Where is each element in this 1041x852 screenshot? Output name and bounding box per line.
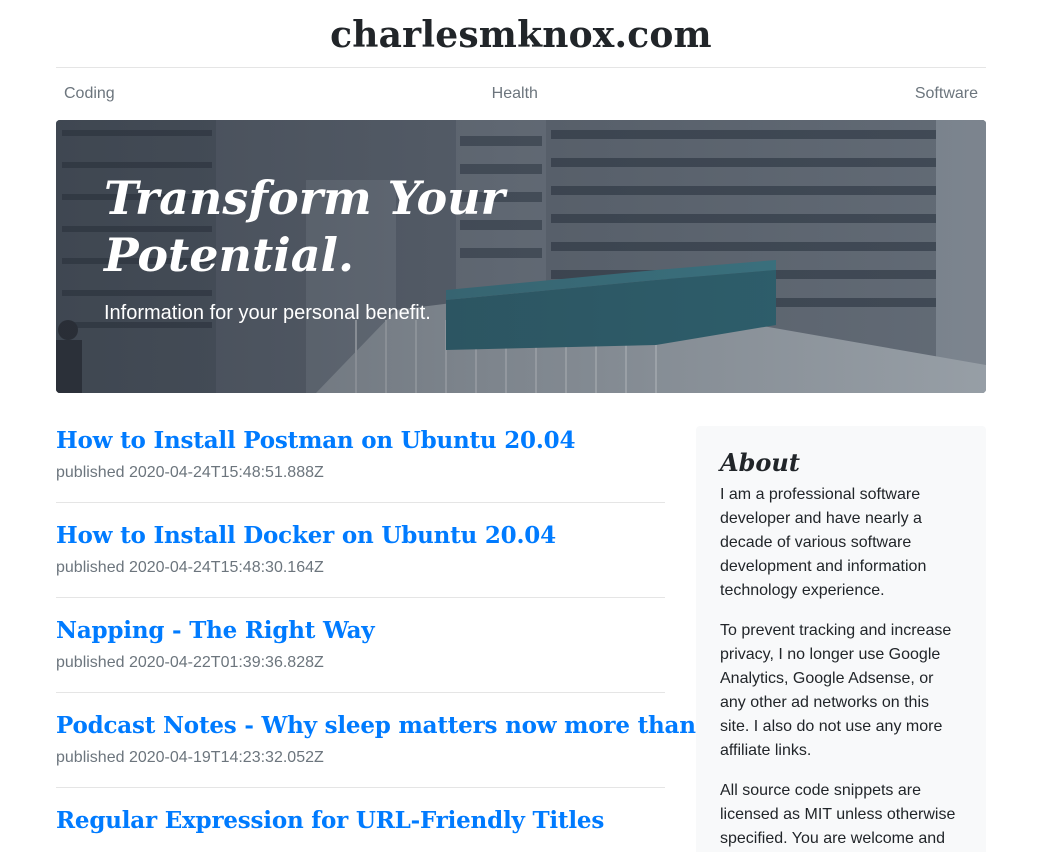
page: charlesmknox.com Coding Health Software — [56, 0, 986, 852]
site-title-link[interactable]: charlesmknox.com — [330, 14, 712, 56]
nav-item-coding[interactable]: Coding — [64, 85, 115, 103]
post-title-link[interactable]: How to Install Postman on Ubuntu 20.04 — [56, 426, 665, 456]
sidebar-heading: About — [720, 448, 800, 477]
sidebar-paragraph: To prevent tracking and increase privacy… — [720, 622, 952, 759]
hero-lead: Information for your personal benefit. — [104, 302, 431, 324]
main-content: How to Install Postman on Ubuntu 20.04 p… — [56, 426, 986, 852]
main-nav: Coding Health Software — [56, 68, 986, 120]
post-title-link[interactable]: Podcast Notes - Why sleep matters now mo… — [56, 711, 758, 741]
nav-item-software[interactable]: Software — [915, 85, 978, 103]
post-item: Regular Expression for URL-Friendly Titl… — [56, 806, 665, 852]
about-sidebar: About I am a professional software devel… — [696, 426, 986, 852]
post-item: Podcast Notes - Why sleep matters now mo… — [56, 711, 758, 788]
hero-heading: Transform Your Potential. — [104, 171, 505, 282]
post-item: Napping - The Right Way published 2020-0… — [56, 616, 665, 693]
nav-item-health[interactable]: Health — [492, 85, 538, 103]
hero-text: Transform Your Potential. Information fo… — [104, 170, 524, 325]
post-date: published 2020-04-24T15:48:30.164Z — [56, 559, 324, 576]
sidebar-paragraph: All source code snippets are licensed as… — [720, 782, 956, 847]
post-title-link[interactable]: Regular Expression for URL-Friendly Titl… — [56, 806, 665, 836]
post-title-link[interactable]: How to Install Docker on Ubuntu 20.04 — [56, 521, 665, 551]
sidebar-paragraph: I am a professional software developer a… — [720, 486, 927, 599]
post-item: How to Install Docker on Ubuntu 20.04 pu… — [56, 521, 665, 598]
post-list: How to Install Postman on Ubuntu 20.04 p… — [56, 426, 758, 852]
post-date: published 2020-04-24T15:48:51.888Z — [56, 464, 324, 481]
site-header: charlesmknox.com — [56, 0, 986, 68]
post-title-link[interactable]: Napping - The Right Way — [56, 616, 665, 646]
hero-banner: Transform Your Potential. Information fo… — [56, 120, 986, 393]
post-item: How to Install Postman on Ubuntu 20.04 p… — [56, 426, 665, 503]
post-date: published 2020-04-19T14:23:32.052Z — [56, 749, 324, 766]
post-date: published 2020-04-22T01:39:36.828Z — [56, 654, 324, 671]
